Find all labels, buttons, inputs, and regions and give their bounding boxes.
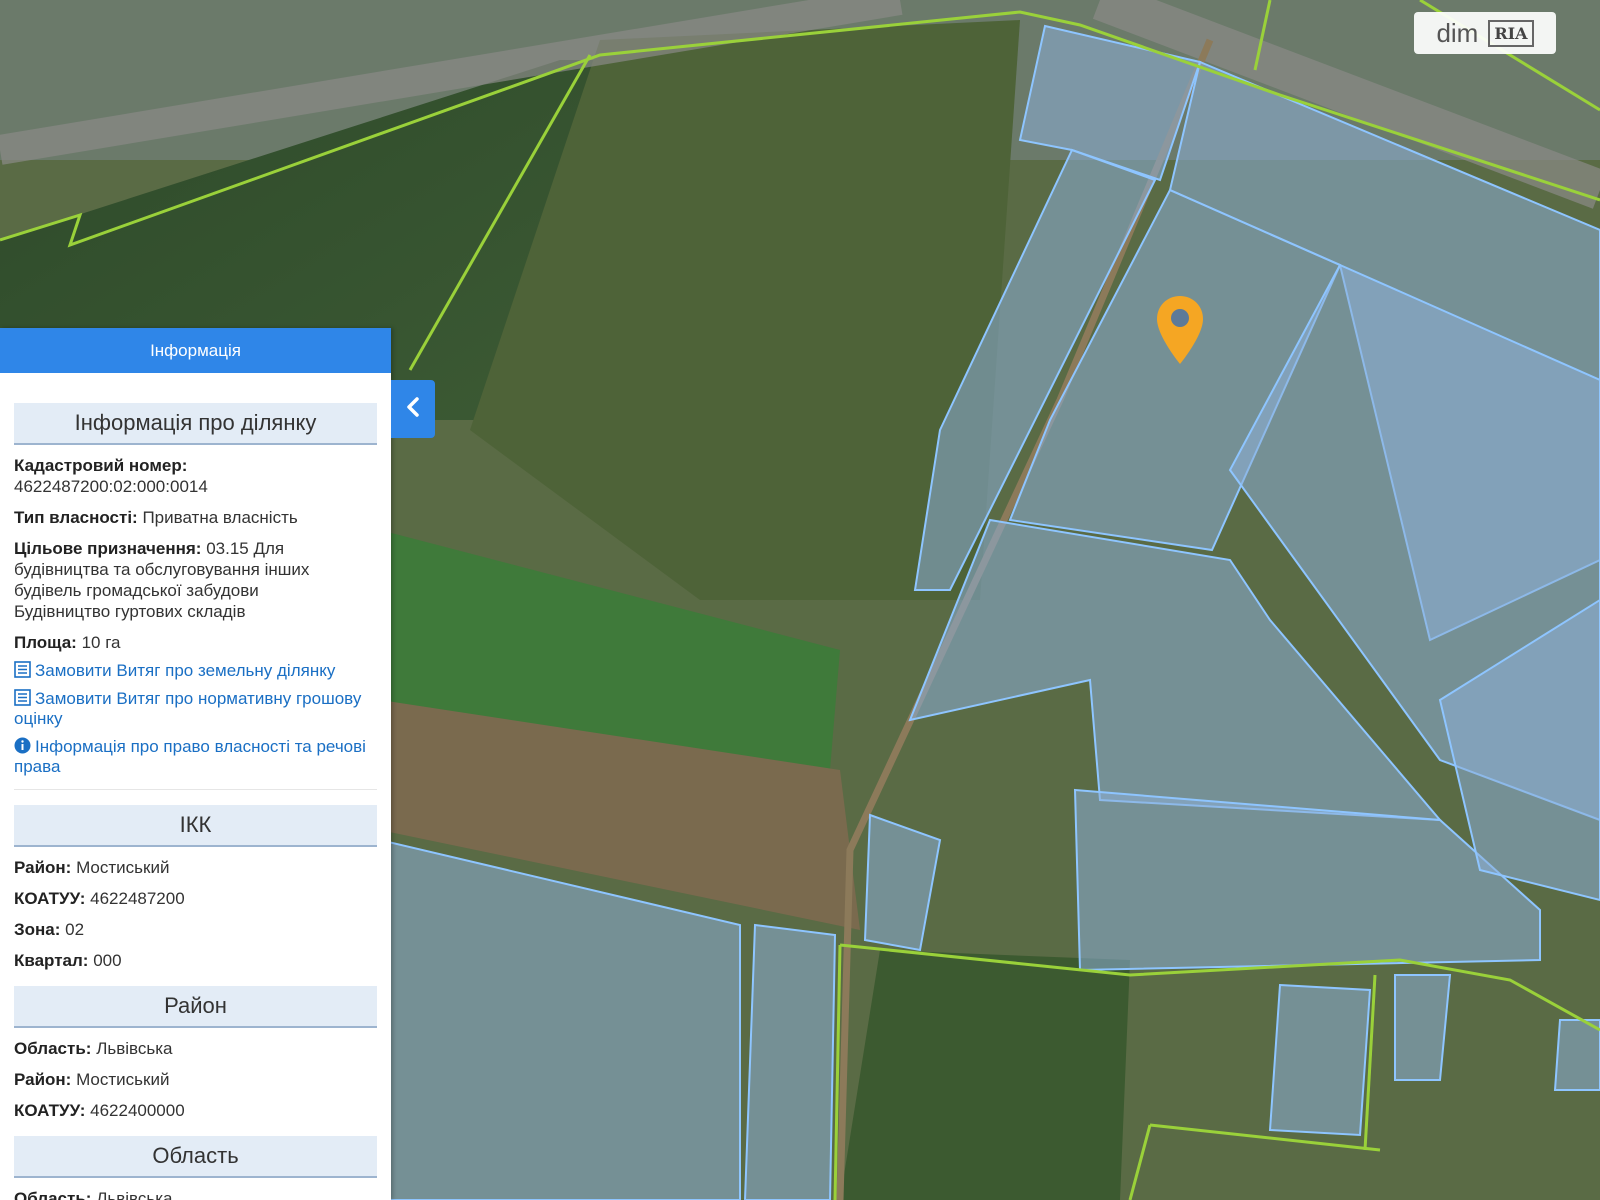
ownership-value: Приватна власність	[142, 508, 298, 527]
ikk-value: Мостиський	[76, 858, 170, 877]
district-label: КОАТУУ:	[14, 1101, 86, 1120]
area-value: 10 га	[81, 633, 121, 652]
ikk-section-title: ІКК	[14, 805, 377, 847]
ikk-value: 02	[65, 920, 85, 939]
ria-logo-text: RIA	[1488, 19, 1534, 47]
parcel-section-title: Інформація про ділянку	[14, 403, 377, 445]
ikk-value: 4622487200	[90, 889, 185, 908]
cadastral-number-row: Кадастровий номер: 4622487200:02:000:001…	[14, 455, 377, 497]
parcel	[1553, 1019, 1600, 1091]
oblast-label: Область:	[14, 1189, 92, 1200]
map-pin-icon[interactable]	[1155, 294, 1205, 366]
ikk-value: 000	[93, 951, 122, 970]
divider	[14, 789, 377, 790]
dim-logo-text: dim	[1436, 17, 1479, 48]
link-text[interactable]: Замовити Витяг про земельну ділянку	[35, 661, 335, 680]
panel-header: Інформація	[0, 328, 391, 373]
link-text[interactable]: Замовити Витяг про нормативну грошову оц…	[14, 689, 361, 728]
purpose-row: Цільове призначення: 03.15 Для будівницт…	[14, 538, 377, 622]
ikk-label: Зона:	[14, 920, 61, 939]
document-list-icon	[14, 689, 31, 706]
area-label: Площа:	[14, 633, 77, 652]
district-value: 4622400000	[90, 1101, 185, 1120]
district-value: Мостиський	[76, 1070, 170, 1089]
dim-ria-logo: dim RIA	[1414, 12, 1556, 54]
purpose-extra: Будівництво гуртових складів	[14, 602, 246, 621]
ownership-rights-link[interactable]: Інформація про право власності та речові…	[14, 737, 377, 777]
document-list-icon	[14, 661, 31, 678]
order-valuation-extract-link[interactable]: Замовити Витяг про нормативну грошову оц…	[14, 689, 377, 729]
district-value: Львівська	[96, 1039, 173, 1058]
parcel	[1268, 983, 1372, 1137]
parcel	[1394, 974, 1452, 1081]
district-section-title: Район	[14, 986, 377, 1028]
info-icon	[14, 737, 31, 754]
ikk-label: Район:	[14, 858, 72, 877]
ikk-label: Квартал:	[14, 951, 89, 970]
info-panel: Інформація Інформація про ділянку Кадаст…	[0, 328, 391, 1200]
ikk-label: КОАТУУ:	[14, 889, 86, 908]
collapse-panel-button[interactable]	[391, 380, 435, 438]
oblast-row: Область: Львівська	[14, 1188, 377, 1200]
ikk-row: Квартал: 000	[14, 950, 377, 971]
district-row: КОАТУУ: 4622400000	[14, 1100, 377, 1121]
ownership-row: Тип власності: Приватна власність	[14, 507, 377, 528]
district-row: Область: Львівська	[14, 1038, 377, 1059]
chevron-left-icon	[405, 393, 421, 425]
ikk-row: Зона: 02	[14, 919, 377, 940]
area-row: Площа: 10 га	[14, 632, 377, 653]
cadastral-label: Кадастровий номер:	[14, 456, 188, 475]
district-label: Область:	[14, 1039, 92, 1058]
order-parcel-extract-link[interactable]: Замовити Витяг про земельну ділянку	[14, 661, 377, 681]
ownership-label: Тип власності:	[14, 508, 138, 527]
district-row: Район: Мостиський	[14, 1069, 377, 1090]
cadastral-value: 4622487200:02:000:0014	[14, 477, 208, 496]
parcel	[743, 923, 837, 1200]
oblast-section-title: Область	[14, 1136, 377, 1178]
ikk-row: Район: Мостиський	[14, 857, 377, 878]
purpose-label: Цільове призначення:	[14, 539, 202, 558]
district-label: Район:	[14, 1070, 72, 1089]
ikk-row: КОАТУУ: 4622487200	[14, 888, 377, 909]
oblast-value: Львівська	[96, 1189, 173, 1200]
link-text[interactable]: Інформація про право власності та речові…	[14, 737, 366, 776]
